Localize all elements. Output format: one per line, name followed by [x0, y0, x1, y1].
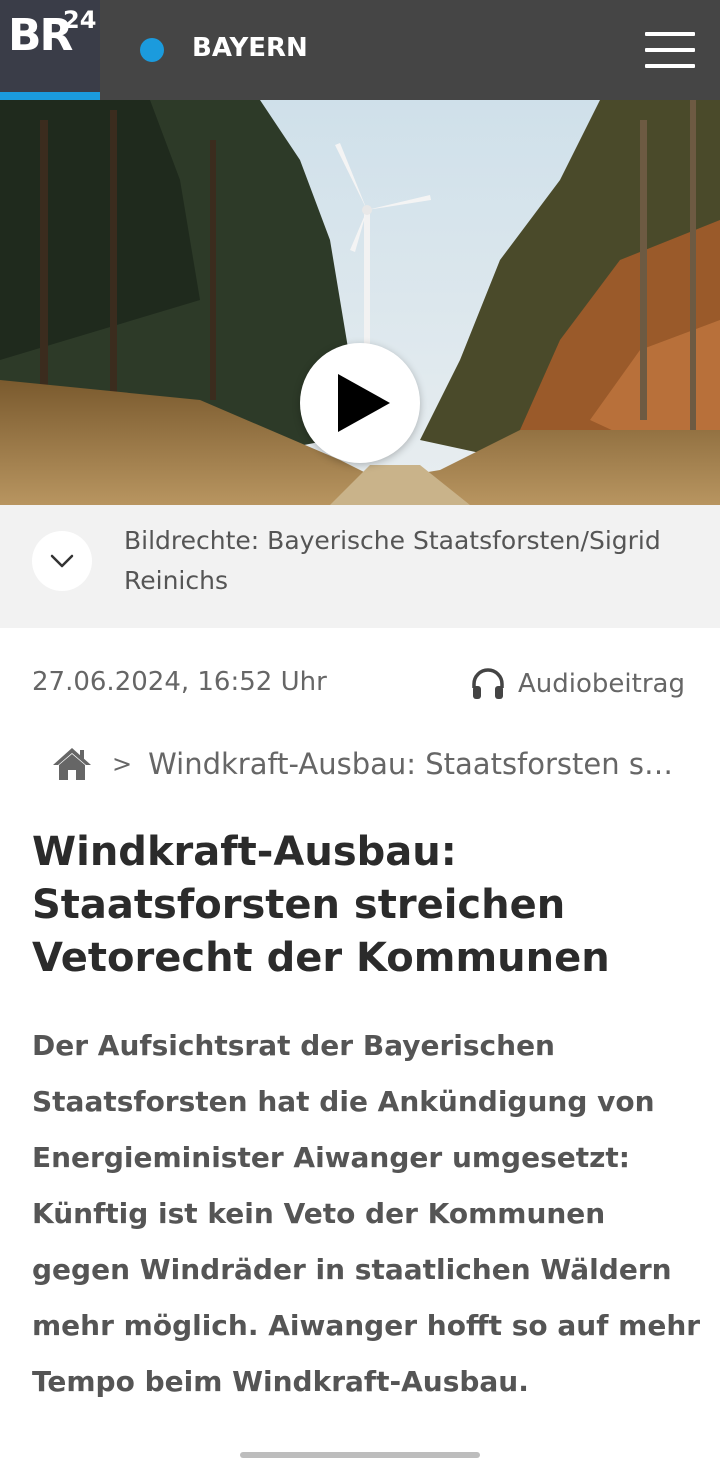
article-teaser: Der Aufsichtsrat der Bayerischen Staatsf…: [32, 1029, 701, 1398]
top-navigation-bar: BR 24 BAYERN: [0, 0, 720, 100]
chevron-down-icon[interactable]: [32, 531, 92, 591]
publish-datetime: 27.06.2024, 16:52 Uhr: [32, 667, 327, 697]
region-label[interactable]: BAYERN: [192, 33, 308, 63]
hamburger-menu-icon[interactable]: [640, 28, 698, 72]
logo-accent-bar: [0, 92, 100, 100]
headphones-icon: [472, 668, 504, 699]
logo-number: 24: [63, 6, 97, 34]
br24-logo[interactable]: BR 24: [0, 0, 100, 100]
home-indicator-bar[interactable]: [240, 1452, 480, 1458]
audio-label: Audiobeitrag: [518, 669, 685, 699]
hero-video[interactable]: [0, 100, 720, 505]
play-icon: [338, 374, 390, 432]
breadcrumb-current: Windkraft-Ausbau: Staatsforsten streiche…: [148, 747, 678, 781]
audio-link[interactable]: Audiobeitrag: [470, 664, 685, 704]
home-icon[interactable]: [52, 746, 92, 782]
logo-text: BR: [8, 10, 73, 61]
breadcrumb-separator: >: [112, 750, 133, 778]
breadcrumb: > Windkraft-Ausbau: Staatsforsten streic…: [52, 742, 692, 786]
image-credit-text: Bildrechte: Bayerische Staatsforsten/Sig…: [124, 526, 661, 595]
region-dot-icon: [140, 38, 164, 62]
play-button[interactable]: [300, 343, 420, 463]
article-headline: Windkraft-Ausbau: Staatsforsten streiche…: [32, 829, 610, 981]
